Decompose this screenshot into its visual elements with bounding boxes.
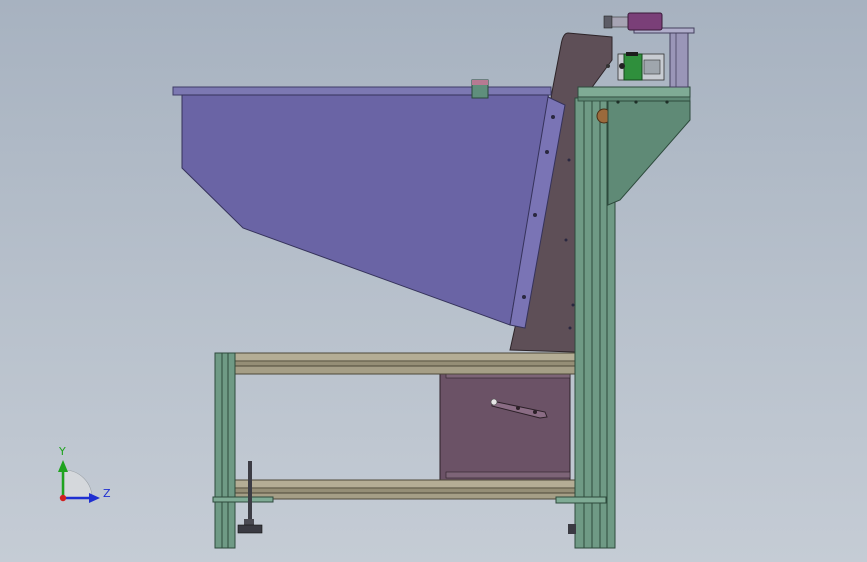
hopper-clamp-cap — [472, 80, 488, 85]
cylinder-motor — [603, 12, 663, 31]
x-axis-dot — [59, 494, 67, 502]
top-deck-plate-edge — [577, 96, 691, 102]
motor-mount-post — [669, 29, 689, 88]
y-axis-label: Y — [58, 445, 66, 458]
top-deck-plate — [577, 86, 691, 98]
support-bracket — [607, 100, 691, 206]
orientation-triad: Y Z — [58, 445, 111, 503]
hopper-top-rail — [172, 86, 552, 96]
lower-rail — [219, 479, 579, 500]
cad-viewport[interactable]: Y Z — [0, 0, 867, 562]
left-leg — [212, 352, 274, 549]
upper-rail — [219, 352, 579, 375]
triad-quadrant — [63, 469, 93, 499]
z-axis-label: Z — [103, 487, 111, 500]
gear-motor — [606, 52, 665, 81]
machine-model[interactable]: Y Z — [0, 0, 867, 562]
cabinet-door — [439, 371, 571, 481]
hopper-plate — [181, 94, 550, 326]
y-axis-arrow — [58, 460, 68, 472]
z-axis-arrow — [89, 493, 100, 503]
cabinet-door-bottom-trim — [445, 471, 571, 479]
